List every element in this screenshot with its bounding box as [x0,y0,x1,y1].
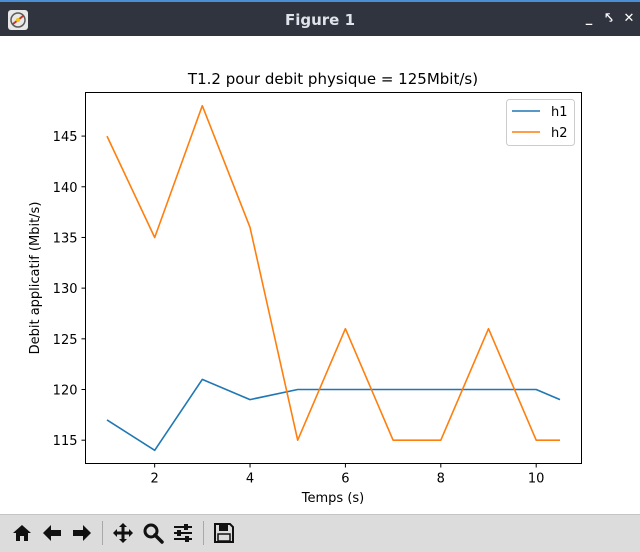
toolbar-separator [203,521,204,545]
window-titlebar[interactable]: Figure 1 _ ⤣ ✕ [0,0,640,36]
move-icon [112,522,133,543]
x-tick-label: 10 [528,472,545,487]
minimize-button[interactable]: _ [582,10,596,28]
save-button[interactable] [210,519,237,546]
y-tick-label: 145 [53,130,78,145]
y-tick-label: 140 [53,181,78,196]
maximize-button[interactable]: ⤣ [602,10,616,28]
series-line-h1 [106,378,561,452]
axes-frame [85,92,582,464]
y-axis-label: Debit applicatif (Mbit/s) [28,202,43,355]
toolbar-separator [102,521,103,545]
x-axis-label: Temps (s) [301,491,364,506]
arrow-right-icon [72,524,91,541]
magnifier-icon [143,523,164,544]
legend: h1 h2 [506,99,575,146]
sliders-icon [173,523,192,542]
chart-title: T1.2 pour debit physique = 125Mbit/s) [187,70,478,88]
figure-canvas[interactable]: 2 4 6 8 10 115 120 125 130 135 140 145 T1.2 pour de… [0,36,640,514]
y-tick-label: 135 [53,231,78,246]
x-tick-label: 8 [437,472,445,487]
x-tick-label: 6 [341,472,349,487]
floppy-disk-icon [213,522,234,543]
navigation-toolbar [0,514,640,552]
close-button[interactable]: ✕ [622,10,636,28]
zoom-button[interactable] [139,519,166,546]
home-button[interactable] [8,519,35,546]
y-tick-label: 120 [53,384,78,399]
y-tick-label: 130 [53,282,78,297]
y-tick-label: 115 [53,434,78,449]
line-chart: 2 4 6 8 10 115 120 125 130 135 140 145 T1.2 pour de… [28,70,582,506]
arrow-left-icon [42,524,61,541]
home-icon [12,524,31,541]
x-tick-label: 4 [246,472,254,487]
pan-button[interactable] [109,519,136,546]
back-button[interactable] [38,519,65,546]
forward-button[interactable] [68,519,95,546]
configure-subplots-button[interactable] [169,519,196,546]
y-tick-label: 125 [53,333,78,348]
x-tick-label: 2 [151,472,159,487]
legend-label-h2: h2 [551,126,568,141]
legend-label-h1: h1 [551,105,568,120]
window-title: Figure 1 [284,11,356,29]
